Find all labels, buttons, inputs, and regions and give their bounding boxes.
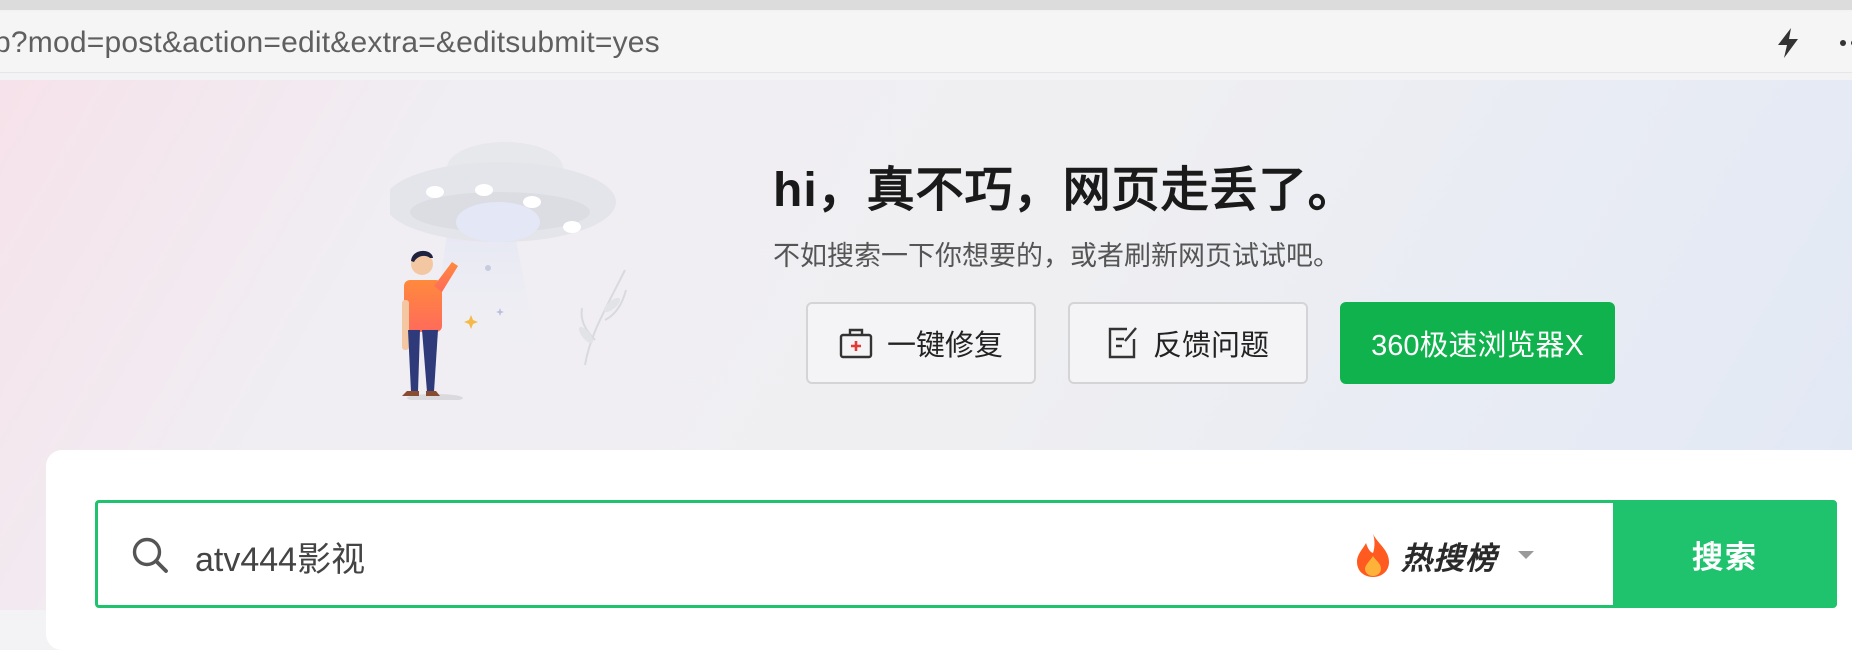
first-aid-kit-icon (839, 328, 873, 359)
bolt-icon[interactable] (1773, 26, 1803, 60)
edit-note-icon (1108, 327, 1137, 359)
flame-icon (1357, 534, 1389, 577)
search-box[interactable]: 热搜榜 搜索 (95, 500, 1837, 608)
one-click-repair-button[interactable]: 一键修复 (806, 302, 1036, 384)
page-subtitle: 不如搜索一下你想要的，或者刷新网页试试吧。 (773, 241, 1340, 271)
lost-page-illustration (390, 142, 627, 400)
address-bar[interactable]: p?mod=post&action=edit&extra=&editsubmit… (0, 12, 1852, 73)
search-button[interactable]: 搜索 (1613, 503, 1837, 605)
search-icon (132, 537, 168, 573)
more-icon[interactable] (1838, 26, 1852, 60)
feedback-button-label: 反馈问题 (1152, 330, 1269, 362)
hot-search-dropdown[interactable]: 热搜榜 (1353, 525, 1535, 585)
window-top-strip (0, 0, 1852, 10)
download-browser-button[interactable]: 360极速浏览器X (1340, 302, 1615, 384)
feedback-button[interactable]: 反馈问题 (1068, 302, 1308, 384)
chevron-down-icon (1518, 551, 1534, 559)
url-text[interactable]: p?mod=post&action=edit&extra=&editsubmit… (0, 26, 660, 60)
search-input[interactable] (193, 525, 1347, 587)
hot-search-label: 热搜榜 (1401, 540, 1497, 576)
repair-button-label: 一键修复 (886, 330, 1003, 362)
page-title: hi，真不巧，网页走丢了。 (773, 164, 1357, 217)
